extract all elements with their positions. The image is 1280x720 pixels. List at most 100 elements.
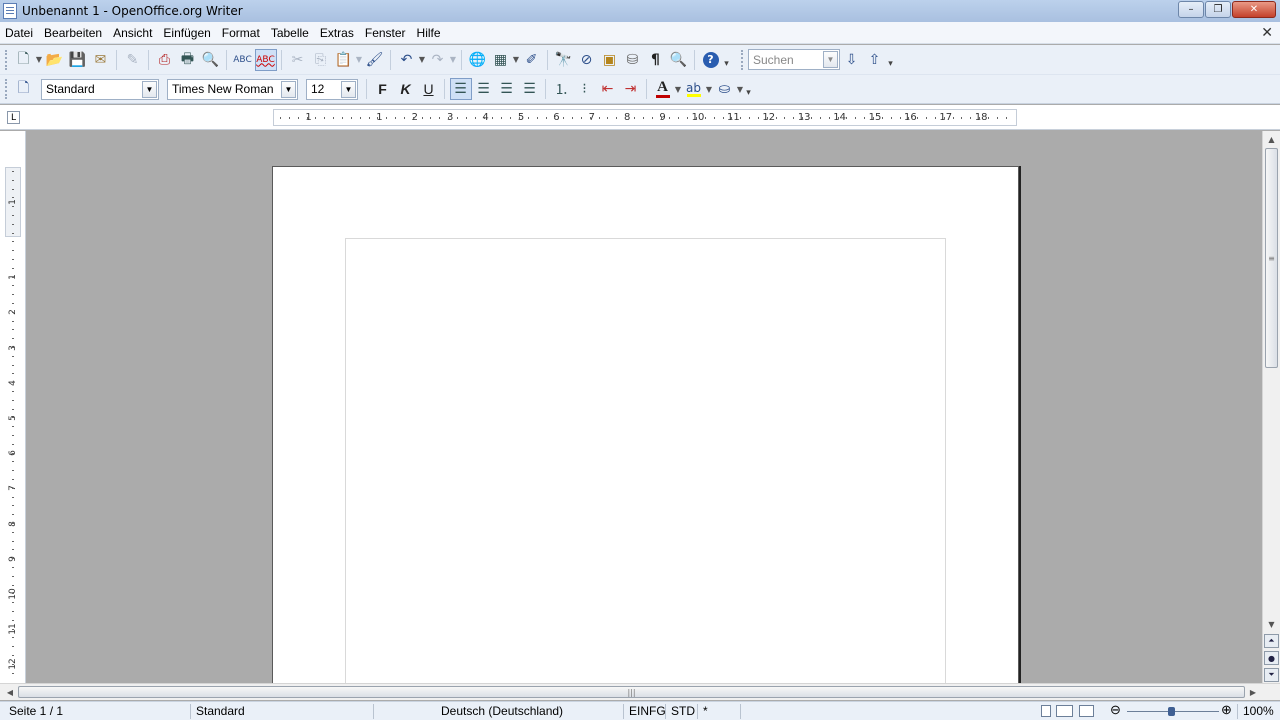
zoom-in-icon[interactable]: ⊕	[1221, 702, 1232, 718]
page-preview-icon[interactable]: 🔍	[200, 49, 222, 71]
page-indicator[interactable]: Seite 1 / 1	[9, 704, 63, 718]
open-folder-icon[interactable]: 📂	[44, 49, 66, 71]
paragraph-style-dropdown-arrow[interactable]: ▼	[142, 80, 157, 98]
find-previous-icon[interactable]: ⇧	[864, 49, 886, 71]
clone-formatting-icon[interactable]: 🖌	[364, 49, 386, 71]
selection-mode[interactable]: STD	[671, 704, 695, 718]
find-replace-icon[interactable]: 🔭	[553, 49, 575, 71]
menu-extras[interactable]: Extras	[320, 26, 354, 40]
search-input[interactable]: Suchen ▼	[748, 49, 840, 70]
scroll-left-arrow[interactable]: ◀	[4, 685, 16, 699]
save-icon[interactable]: 💾	[67, 49, 89, 71]
italic-button[interactable]: K	[395, 78, 417, 100]
menu-datei[interactable]: Datei	[5, 26, 33, 40]
zoom-slider-handle[interactable]	[1168, 707, 1175, 716]
cut-icon[interactable]: ✂	[287, 49, 309, 71]
language-indicator[interactable]: Deutsch (Deutschland)	[441, 704, 563, 718]
new-dropdown-arrow[interactable]: ▼	[35, 55, 43, 64]
zoom-icon[interactable]: 🔍	[668, 49, 690, 71]
navigator-icon[interactable]: ⊘	[576, 49, 598, 71]
insert-mode[interactable]: EINFG	[629, 704, 666, 718]
font-name-select[interactable]: Times New Roman ▼	[167, 78, 298, 100]
font-name-dropdown-arrow[interactable]: ▼	[281, 80, 296, 98]
navigation-icon[interactable]: ●	[1264, 651, 1279, 665]
redo-icon[interactable]: ↷	[427, 49, 449, 71]
document-modified-indicator[interactable]: *	[703, 704, 708, 718]
find-next-icon[interactable]: ⇩	[841, 49, 863, 71]
horizontal-ruler[interactable]: 1 1 2 3 4 5 6 7 8 9 10 11 12 13 14 15 16 17 18	[273, 109, 1017, 126]
highlighting-dropdown-arrow[interactable]: ▼	[705, 85, 713, 94]
toolbar-grip[interactable]	[5, 79, 8, 99]
new-document-icon[interactable]: 🗋	[13, 49, 35, 71]
bullets-icon[interactable]: ⁝	[574, 78, 596, 100]
undo-dropdown-arrow[interactable]: ▼	[418, 55, 426, 64]
text-boundaries[interactable]	[345, 238, 946, 683]
redo-dropdown-arrow[interactable]: ▼	[449, 55, 457, 64]
justify-icon[interactable]: ☰	[519, 78, 541, 100]
close-document-icon[interactable]: ✕	[1261, 25, 1273, 41]
tab-type-selector[interactable]: L	[7, 111, 20, 124]
menu-einfuegen[interactable]: Einfügen	[163, 26, 210, 40]
spellcheck-icon[interactable]: ABC	[232, 49, 254, 71]
paste-icon[interactable]: 📋	[333, 49, 355, 71]
hyperlink-icon[interactable]: 🌐	[467, 49, 489, 71]
book-view-icon[interactable]	[1079, 705, 1094, 717]
increase-indent-icon[interactable]: ⇥	[620, 78, 642, 100]
minimize-button[interactable]: –	[1178, 1, 1204, 18]
menu-hilfe[interactable]: Hilfe	[417, 26, 441, 40]
font-size-select[interactable]: 12 ▼	[306, 78, 358, 100]
align-left-icon[interactable]: ☰	[449, 78, 472, 100]
font-color-dropdown-arrow[interactable]: ▼	[674, 85, 682, 94]
toolbar-grip[interactable]	[5, 49, 8, 70]
print-icon[interactable]: 🖶	[177, 49, 199, 71]
vertical-scrollbar[interactable]: ▲ ≡ ▼ ⏶ ● ⏷	[1262, 131, 1280, 683]
next-page-icon[interactable]: ⏷	[1264, 668, 1279, 682]
paragraph-style-select[interactable]: Standard ▼	[41, 78, 159, 100]
find-toolbar-overflow-icon[interactable]: ▾	[886, 51, 895, 69]
toolbar-grip[interactable]	[741, 49, 744, 70]
undo-icon[interactable]: ↶	[396, 49, 418, 71]
horizontal-scroll-thumb[interactable]: |||	[18, 686, 1245, 698]
numbering-icon[interactable]: ⒈	[551, 78, 573, 100]
single-page-view-icon[interactable]	[1041, 705, 1051, 717]
toolbar-overflow-icon[interactable]: ▾	[722, 51, 731, 69]
font-color-icon[interactable]: A	[652, 78, 674, 100]
formatting-marks-icon[interactable]: ¶	[645, 49, 667, 71]
menu-tabelle[interactable]: Tabelle	[271, 26, 309, 40]
scroll-down-arrow[interactable]: ▼	[1263, 617, 1280, 631]
table-icon[interactable]: ▦	[490, 49, 512, 71]
bold-button[interactable]: F	[372, 78, 394, 100]
underline-button[interactable]: U	[418, 78, 440, 100]
zoom-out-icon[interactable]: ⊖	[1110, 702, 1121, 718]
scroll-right-arrow[interactable]: ▶	[1247, 685, 1259, 699]
horizontal-scrollbar[interactable]: ◀ ||| ▶	[0, 683, 1280, 700]
show-draw-functions-icon[interactable]: ✐	[521, 49, 543, 71]
decrease-indent-icon[interactable]: ⇤	[597, 78, 619, 100]
search-dropdown-arrow[interactable]: ▼	[823, 51, 838, 68]
background-color-icon[interactable]: ⛀	[714, 78, 736, 100]
styles-formatting-icon[interactable]: 🗋	[13, 78, 35, 100]
align-center-icon[interactable]: ☰	[473, 78, 495, 100]
mail-document-icon[interactable]: ✉	[90, 49, 112, 71]
menu-ansicht[interactable]: Ansicht	[113, 26, 152, 40]
document-canvas[interactable]	[27, 131, 1262, 683]
menu-fenster[interactable]: Fenster	[365, 26, 406, 40]
edit-file-icon[interactable]: ✎	[122, 49, 144, 71]
font-size-dropdown-arrow[interactable]: ▼	[341, 80, 356, 98]
help-icon[interactable]: ?	[700, 49, 722, 71]
copy-icon[interactable]: ⎘	[310, 49, 332, 71]
align-right-icon[interactable]: ☰	[496, 78, 518, 100]
paste-dropdown-arrow[interactable]: ▼	[355, 55, 363, 64]
document-page[interactable]	[272, 166, 1019, 683]
auto-spellcheck-icon[interactable]: ABC	[254, 48, 277, 71]
formatting-toolbar-overflow-icon[interactable]: ▾	[744, 80, 753, 98]
table-dropdown-arrow[interactable]: ▼	[512, 55, 520, 64]
writer-app-icon[interactable]	[3, 3, 17, 19]
menu-bearbeiten[interactable]: Bearbeiten	[44, 26, 102, 40]
previous-page-icon[interactable]: ⏶	[1264, 634, 1279, 648]
highlighting-icon[interactable]: ab	[683, 78, 705, 100]
gallery-icon[interactable]: ▣	[599, 49, 621, 71]
menu-format[interactable]: Format	[222, 26, 260, 40]
close-button[interactable]: ✕	[1232, 1, 1276, 18]
maximize-button[interactable]: ❐	[1205, 1, 1231, 18]
